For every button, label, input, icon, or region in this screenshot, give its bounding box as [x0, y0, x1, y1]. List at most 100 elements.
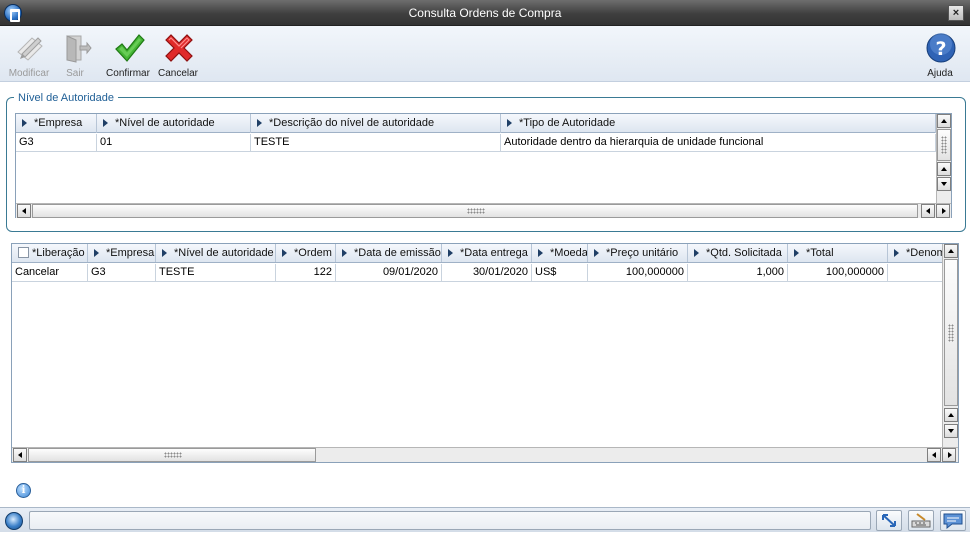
sort-arrow-icon: [594, 249, 599, 257]
status-message-field: [29, 511, 871, 530]
cancel-button[interactable]: Cancelar: [153, 30, 203, 80]
confirm-button[interactable]: Confirmar: [103, 30, 153, 80]
help-question-icon: ?: [926, 33, 956, 63]
sort-arrow-icon: [22, 119, 27, 127]
grip-icon: [164, 452, 182, 458]
grip-icon: [941, 136, 947, 154]
sort-arrow-icon: [162, 249, 167, 257]
pencil-paper-icon: [17, 37, 43, 61]
cancel-label: Cancelar: [157, 68, 199, 79]
close-button[interactable]: ×: [948, 5, 964, 21]
sort-arrow-icon: [794, 249, 799, 257]
sort-arrow-icon: [257, 119, 262, 127]
sort-arrow-icon: [342, 249, 347, 257]
scroll-left-button[interactable]: [927, 448, 941, 462]
cell-moeda: US$: [532, 264, 588, 282]
col-header-liberacao[interactable]: *Liberação: [12, 244, 88, 262]
scroll-thumb[interactable]: [937, 129, 951, 161]
col-header-qtd-solicitada[interactable]: *Qtd. Solicitada: [688, 244, 788, 262]
cell-empresa: G3: [88, 264, 156, 282]
cell-ordem: 122: [276, 264, 336, 282]
scroll-down-button[interactable]: [937, 177, 951, 191]
sort-arrow-icon: [694, 249, 699, 257]
cell-data-emissao: 09/01/2020: [336, 264, 442, 282]
scroll-left-button[interactable]: [921, 204, 935, 218]
authority-vscroll[interactable]: [936, 114, 951, 203]
table-row[interactable]: Cancelar G3 TESTE 122 09/01/2020 30/01/2…: [12, 264, 942, 282]
help-button[interactable]: ? Ajuda: [915, 30, 965, 80]
col-header-total[interactable]: *Total: [788, 244, 888, 262]
col-header-data-entrega[interactable]: *Data entrega: [442, 244, 532, 262]
authority-group-legend: Nível de Autoridade: [14, 92, 119, 104]
exit-button[interactable]: Sair: [50, 30, 100, 80]
orders-vscroll[interactable]: [942, 244, 958, 447]
scroll-up-button[interactable]: [944, 244, 958, 258]
info-icon[interactable]: i: [16, 483, 31, 498]
red-x-icon: [165, 34, 193, 62]
scroll-right-button[interactable]: [942, 448, 956, 462]
col-header-data-emissao[interactable]: *Data de emissão: [336, 244, 442, 262]
keyboard-pen-icon: [911, 513, 931, 528]
col-header-empresa[interactable]: *Empresa: [88, 244, 156, 262]
exit-door-icon: [66, 35, 92, 63]
cell-empresa: G3: [16, 134, 97, 152]
sort-arrow-icon: [448, 249, 453, 257]
chat-bubble-icon: [943, 513, 963, 530]
col-header-nivel-autoridade[interactable]: *Nível de autoridade: [97, 114, 251, 133]
scroll-up-button[interactable]: [937, 162, 951, 176]
title-bar: Consulta Ordens de Compra ×: [0, 0, 970, 26]
cell-nivel: TESTE: [156, 264, 276, 282]
toolbar: Modificar Sair Confirmar Cancelar ? Ajud…: [0, 26, 970, 82]
grip-icon: [948, 324, 954, 342]
scroll-thumb[interactable]: [32, 204, 918, 218]
cell-preco-unitario: 100,000000: [588, 264, 688, 282]
col-header-nivel-autoridade[interactable]: *Nível de autoridade: [156, 244, 276, 262]
orders-grid-header: *Liberação *Empresa *Nível de autoridade…: [12, 244, 942, 263]
scroll-thumb[interactable]: [28, 448, 316, 462]
sort-arrow-icon: [94, 249, 99, 257]
col-header-denom[interactable]: *Denom: [888, 244, 942, 262]
table-row[interactable]: G3 01 TESTE Autoridade dentro da hierarq…: [16, 134, 936, 152]
orders-hscroll[interactable]: [12, 447, 958, 462]
col-header-ordem[interactable]: *Ordem: [276, 244, 336, 262]
cell-nivel: 01: [97, 134, 251, 152]
col-header-empresa[interactable]: *Empresa: [16, 114, 97, 133]
col-header-descricao[interactable]: *Descrição do nível de autoridade: [251, 114, 501, 133]
cell-tipo: Autoridade dentro da hierarquia de unida…: [501, 134, 936, 152]
grip-icon: [467, 208, 485, 214]
scroll-down-button[interactable]: [944, 424, 958, 438]
resize-button[interactable]: [876, 510, 902, 531]
orders-grid: *Liberação *Empresa *Nível de autoridade…: [11, 243, 959, 463]
scroll-up-button[interactable]: [944, 408, 958, 422]
keyboard-button[interactable]: [908, 510, 934, 531]
sort-arrow-icon: [507, 119, 512, 127]
scroll-left-button[interactable]: [17, 204, 31, 218]
chat-button[interactable]: [940, 510, 966, 531]
select-all-checkbox[interactable]: [18, 247, 29, 258]
cell-denom: [888, 264, 942, 282]
col-header-preco-unitario[interactable]: *Preço unitário: [588, 244, 688, 262]
status-bar: [0, 507, 970, 532]
diagonal-resize-icon: [882, 514, 896, 527]
authority-grid-header: *Empresa *Nível de autoridade *Descrição…: [16, 114, 936, 133]
authority-grid: *Empresa *Nível de autoridade *Descrição…: [15, 113, 952, 218]
col-header-moeda[interactable]: *Moeda: [532, 244, 588, 262]
cell-qtd-solicitada: 1,000: [688, 264, 788, 282]
cell-descricao: TESTE: [251, 134, 501, 152]
window-title: Consulta Ordens de Compra: [408, 6, 562, 20]
scroll-thumb[interactable]: [944, 259, 958, 406]
col-header-tipo-autoridade[interactable]: *Tipo de Autoridade: [501, 114, 936, 133]
totvs-logo-icon[interactable]: [5, 512, 23, 530]
checkmark-icon: [115, 34, 145, 62]
sort-arrow-icon: [282, 249, 287, 257]
sort-arrow-icon: [538, 249, 543, 257]
help-label: Ajuda: [927, 68, 953, 79]
scroll-right-button[interactable]: [936, 204, 950, 218]
scroll-up-button[interactable]: [937, 114, 951, 128]
authority-hscroll[interactable]: [16, 203, 951, 218]
scroll-left-button[interactable]: [13, 448, 27, 462]
sort-arrow-icon: [894, 249, 899, 257]
cell-total: 100,000000: [788, 264, 888, 282]
cell-liberacao: Cancelar: [12, 264, 88, 282]
sort-arrow-icon: [103, 119, 108, 127]
